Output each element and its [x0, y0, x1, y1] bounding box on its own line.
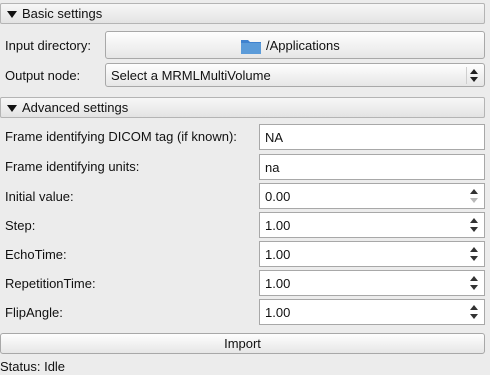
- status-text: Status: Idle: [0, 359, 66, 374]
- stepper-arrows-icon[interactable]: [465, 184, 484, 208]
- dicom-tag-label: Frame identifying DICOM tag (if known):: [5, 129, 237, 144]
- basic-settings-header[interactable]: Basic settings: [0, 3, 485, 24]
- select-arrows-icon: [466, 67, 480, 84]
- initial-value-value: 0.00: [265, 189, 291, 204]
- collapse-triangle-icon: [7, 11, 17, 18]
- output-node-value: Select a MRMLMultiVolume: [111, 68, 271, 83]
- flip-angle-label: FlipAngle:: [5, 305, 63, 320]
- repetition-time-label: RepetitionTime:: [5, 276, 96, 291]
- repetition-time-value: 1.00: [265, 276, 291, 291]
- output-node-label: Output node:: [5, 68, 81, 83]
- echo-time-label: EchoTime:: [5, 247, 67, 262]
- echo-time-spinbox[interactable]: 1.00: [259, 241, 485, 267]
- folder-icon: [241, 40, 261, 54]
- basic-settings-title: Basic settings: [22, 6, 103, 21]
- step-spinbox[interactable]: 1.00: [259, 212, 485, 238]
- input-directory-label: Input directory:: [5, 38, 91, 53]
- step-label: Step:: [5, 218, 36, 233]
- flip-angle-value: 1.00: [265, 305, 291, 320]
- units-field[interactable]: na: [259, 154, 485, 180]
- repetition-time-spinbox[interactable]: 1.00: [259, 270, 485, 296]
- advanced-settings-header[interactable]: Advanced settings: [0, 97, 485, 118]
- dicom-tag-value: NA: [265, 130, 284, 145]
- step-value: 1.00: [265, 218, 291, 233]
- stepper-arrows-icon[interactable]: [465, 300, 484, 324]
- flip-angle-spinbox[interactable]: 1.00: [259, 299, 485, 325]
- advanced-settings-title: Advanced settings: [22, 100, 129, 115]
- initial-value-label: Initial value:: [5, 189, 74, 204]
- echo-time-value: 1.00: [265, 247, 291, 262]
- initial-value-spinbox[interactable]: 0.00: [259, 183, 485, 209]
- stepper-arrows-icon[interactable]: [465, 213, 484, 237]
- stepper-arrows-icon[interactable]: [465, 242, 484, 266]
- dicom-tag-field[interactable]: NA: [259, 124, 485, 150]
- import-button-label: Import: [224, 336, 261, 351]
- input-directory-value: /Applications: [266, 38, 340, 53]
- input-directory-button[interactable]: /Applications: [105, 31, 485, 59]
- stepper-arrows-icon[interactable]: [465, 271, 484, 295]
- import-button[interactable]: Import: [0, 333, 485, 354]
- units-value: na: [265, 160, 280, 175]
- output-node-select[interactable]: Select a MRMLMultiVolume: [105, 63, 485, 87]
- units-label: Frame identifying units:: [5, 159, 140, 174]
- collapse-triangle-icon: [7, 105, 17, 112]
